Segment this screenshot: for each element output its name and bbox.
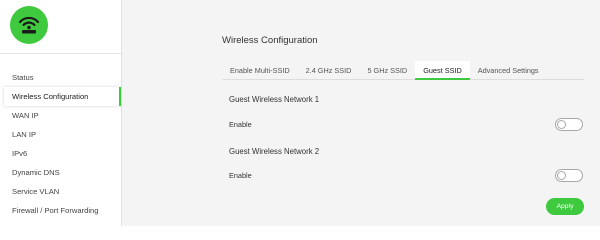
main-panel: Wireless Configuration Enable Multi-SSID… <box>122 0 600 226</box>
sidebar-item-firewall-port-forwarding[interactable]: Firewall / Port Forwarding <box>0 201 122 220</box>
sidebar-item-service-vlan[interactable]: Service VLAN <box>0 182 122 201</box>
tab-5ghz-ssid[interactable]: 5 GHz SSID <box>359 61 415 80</box>
wifi-router-icon <box>10 6 48 44</box>
page-title: Wireless Configuration <box>222 35 318 46</box>
sidebar: Status Wireless Configuration WAN IP LAN… <box>0 0 122 226</box>
sidebar-divider <box>0 53 121 54</box>
toggle-knob <box>557 171 566 180</box>
guest-network-1-title: Guest Wireless Network 1 <box>229 95 320 104</box>
sidebar-item-dynamic-dns[interactable]: Dynamic DNS <box>0 163 122 182</box>
sidebar-item-wan-ip[interactable]: WAN IP <box>0 106 122 125</box>
sidebar-item-status[interactable]: Status <box>0 68 122 87</box>
sidebar-item-wireless-configuration[interactable]: Wireless Configuration <box>4 87 121 106</box>
tab-enable-multi-ssid[interactable]: Enable Multi-SSID <box>222 61 298 80</box>
sidebar-item-lan-ip[interactable]: LAN IP <box>0 125 122 144</box>
guest-network-2-enable-toggle[interactable] <box>555 169 583 182</box>
sidebar-item-ipv6[interactable]: IPv6 <box>0 144 122 163</box>
guest-network-2-title: Guest Wireless Network 2 <box>229 147 320 156</box>
guest-network-1-enable-toggle[interactable] <box>555 118 583 131</box>
apply-button[interactable]: Apply <box>546 198 584 215</box>
guest-network-1-enable-label: Enable <box>229 120 252 129</box>
sidebar-nav: Status Wireless Configuration WAN IP LAN… <box>0 68 122 220</box>
guest-network-2-enable-label: Enable <box>229 171 252 180</box>
tab-2-4ghz-ssid[interactable]: 2.4 GHz SSID <box>298 61 360 80</box>
tab-advanced-settings[interactable]: Advanced Settings <box>470 61 547 80</box>
tab-guest-ssid[interactable]: Guest SSID <box>415 61 470 80</box>
tab-bar: Enable Multi-SSID 2.4 GHz SSID 5 GHz SSI… <box>222 61 584 80</box>
toggle-knob <box>557 120 566 129</box>
